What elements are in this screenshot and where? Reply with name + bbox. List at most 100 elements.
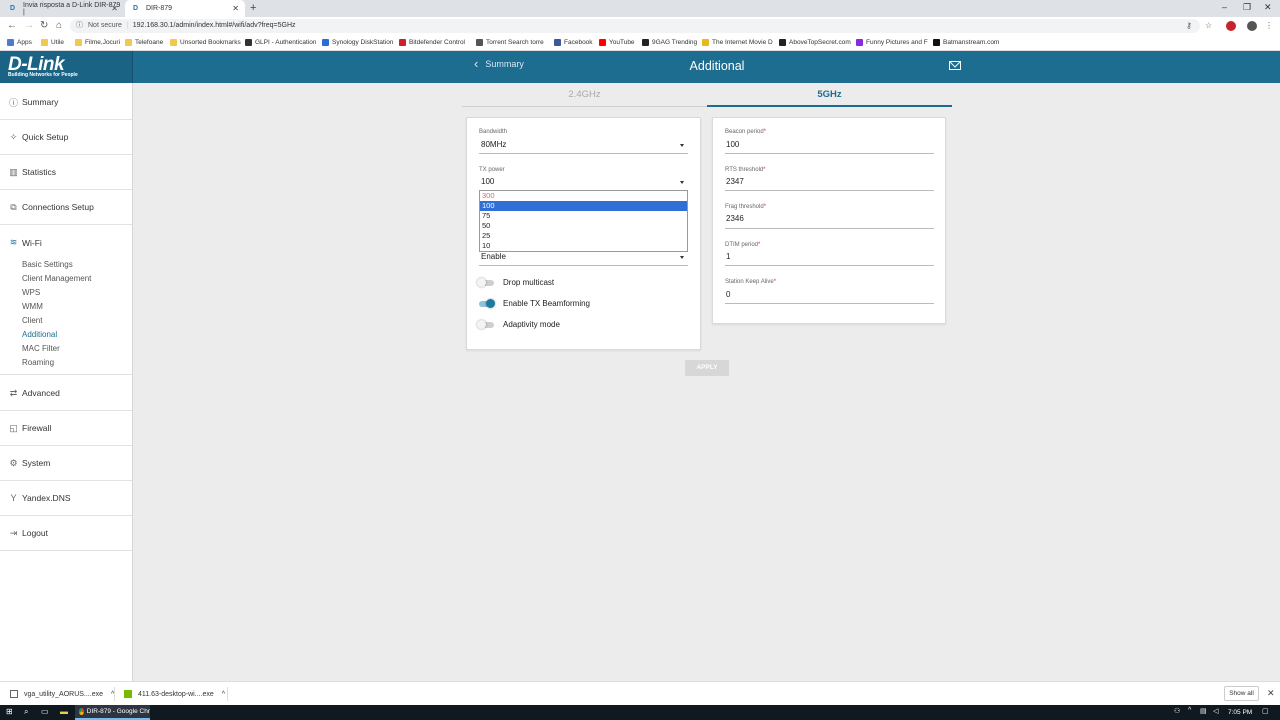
toggle-knob	[477, 278, 486, 287]
bookmark-folder[interactable]: Telefoane	[125, 39, 163, 46]
task-view-icon[interactable]: ▭	[41, 707, 49, 716]
tab-5ghz[interactable]: 5GHz	[707, 89, 952, 100]
sidebar-item-statistics[interactable]: ▥ Statistics	[0, 155, 132, 190]
chevron-up-icon[interactable]: ^	[1188, 707, 1191, 714]
toggle-knob	[477, 320, 486, 329]
sidebar-subitem-wmm[interactable]: WMM	[22, 302, 43, 311]
bookmark-folder[interactable]: Utile	[41, 39, 64, 46]
bookmark-link[interactable]: The Internet Movie D	[702, 39, 773, 46]
sidebar-item-quick-setup[interactable]: ✧ Quick Setup	[0, 120, 132, 155]
dtim-period-input[interactable]: 1	[726, 252, 730, 261]
star-icon[interactable]: ☆	[1205, 21, 1212, 30]
taskbar-window-title: DIR-879 - Google Chr	[86, 708, 150, 715]
beacon-period-input[interactable]: 100	[726, 140, 739, 149]
dropdown-option[interactable]: 10	[480, 241, 687, 251]
rts-threshold-input[interactable]: 2347	[726, 177, 744, 186]
bookmark-link[interactable]: Torrent Search torre	[476, 39, 544, 46]
address-bar[interactable]: ⓘ Not secure | 192.168.30.1/admin/index.htm…	[70, 19, 1200, 33]
search-icon[interactable]: ⌕	[24, 707, 28, 717]
sidebar-item-wifi[interactable]: ≋ Wi-Fi	[0, 225, 132, 260]
close-icon[interactable]: ✕	[232, 4, 239, 13]
bookmark-link[interactable]: AboveTopSecret.com	[779, 39, 851, 46]
mail-icon[interactable]	[949, 61, 961, 70]
new-tab-icon[interactable]: +	[250, 2, 256, 14]
bookmark-link[interactable]: Bitdefender Control	[399, 39, 465, 46]
bookmark-link[interactable]: YouTube	[599, 39, 635, 46]
hidden-select-value[interactable]: Enable	[481, 252, 506, 261]
download-item[interactable]: 411.63-desktop-wi....exe ^	[124, 690, 225, 698]
file-explorer-icon[interactable]: ▬	[60, 707, 68, 716]
forward-arrow-icon[interactable]: →	[24, 20, 34, 31]
beacon-period-label: Beacon period*	[725, 129, 767, 135]
bandwidth-select[interactable]: 80MHz	[481, 140, 506, 149]
back-to-summary-link[interactable]: ‹ Summary	[474, 57, 524, 70]
adaptivity-mode-label: Adaptivity mode	[503, 320, 560, 329]
imdb-icon	[702, 39, 709, 46]
profile-avatar[interactable]	[1247, 21, 1257, 31]
network-icon[interactable]: ▤	[1200, 707, 1207, 715]
sidebar-subitem-basic-settings[interactable]: Basic Settings	[22, 260, 73, 269]
dropdown-option[interactable]: 50	[480, 221, 687, 231]
tab-2-4ghz[interactable]: 2.4GHz	[462, 89, 707, 100]
tx-power-select[interactable]: 100	[481, 177, 494, 186]
sidebar-subitem-roaming[interactable]: Roaming	[22, 358, 54, 367]
sidebar-item-yandex-dns[interactable]: Y Yandex.DNS	[0, 481, 132, 516]
windows-start-icon[interactable]: ⊞	[6, 707, 13, 716]
sidebar-item-system[interactable]: ⚙ System	[0, 446, 132, 481]
bookmark-link[interactable]: Funny Pictures and F	[856, 39, 928, 46]
sidebar-item-advanced[interactable]: ⇄ Advanced	[0, 376, 132, 411]
sidebar-item-firewall[interactable]: ◱ Firewall	[0, 411, 132, 446]
info-icon[interactable]: ⓘ	[76, 22, 83, 29]
reload-icon[interactable]: ↻	[40, 20, 48, 31]
bookmark-link[interactable]: GLPI - Authentication	[245, 39, 316, 46]
close-icon[interactable]: ✕	[111, 4, 118, 13]
chevron-up-icon[interactable]: ^	[222, 691, 225, 698]
frag-threshold-input[interactable]: 2346	[726, 214, 744, 223]
browser-tab-forum[interactable]: D Invia risposta a D-Link DIR-879 | ✕	[2, 0, 124, 17]
sidebar-subitem-mac-filter[interactable]: MAC Filter	[22, 344, 60, 353]
volume-icon[interactable]: ◁	[1213, 707, 1218, 715]
dropdown-option[interactable]: 300	[480, 191, 687, 201]
sidebar-subitem-client[interactable]: Client	[22, 316, 42, 325]
close-icon[interactable]: ✕	[1267, 688, 1275, 699]
show-all-button[interactable]: Show all	[1224, 686, 1259, 701]
sidebar-item-connections-setup[interactable]: ⧉ Connections Setup	[0, 190, 132, 225]
sidebar-subitem-client-management[interactable]: Client Management	[22, 274, 91, 283]
apply-button[interactable]: APPLY	[685, 360, 729, 376]
clock[interactable]: 7:05 PM	[1228, 709, 1252, 716]
bookmark-link[interactable]: Synology DiskStation	[322, 39, 393, 46]
menu-kebab-icon[interactable]: ⋮	[1265, 21, 1273, 30]
sidebar-item-summary[interactable]: ⓘ Summary	[0, 85, 132, 120]
glpi-icon	[245, 39, 252, 46]
browser-tab-dir879[interactable]: D DIR-879 ✕	[125, 0, 245, 17]
logo[interactable]: D-Link Building Networks for People	[0, 51, 133, 83]
sidebar-subitem-wps[interactable]: WPS	[22, 288, 40, 297]
taskbar-chrome-window[interactable]: DIR-879 - Google Chr	[75, 705, 150, 720]
back-arrow-icon[interactable]: ←	[7, 20, 17, 31]
bookmarks-bar: Apps Utile Filme,Jocuri Telefoane Unsort…	[0, 35, 1280, 51]
sidebar-item-logout[interactable]: ⇥ Logout	[0, 516, 132, 551]
key-icon[interactable]: ⚷	[1186, 21, 1192, 30]
dropdown-option-selected[interactable]: 100	[480, 201, 687, 211]
download-item[interactable]: vga_utility_AORUS....exe ^	[10, 690, 114, 698]
dropdown-option[interactable]: 75	[480, 211, 687, 221]
dropdown-option[interactable]: 25	[480, 231, 687, 241]
station-keep-alive-input[interactable]: 0	[726, 290, 730, 299]
window-close-icon[interactable]: ✕	[1264, 2, 1272, 13]
maximize-icon[interactable]: ❐	[1243, 2, 1251, 13]
bookmark-apps[interactable]: Apps	[7, 39, 32, 46]
bookmark-folder[interactable]: Filme,Jocuri	[75, 39, 120, 46]
notifications-icon[interactable]: ▢	[1262, 707, 1269, 715]
adblock-extension-icon[interactable]	[1226, 21, 1236, 31]
people-icon[interactable]: ⚇	[1174, 707, 1180, 715]
home-icon[interactable]: ⌂	[56, 20, 62, 31]
sidebar-subitem-additional[interactable]: Additional	[22, 330, 57, 339]
bookmark-link[interactable]: Facebook	[554, 39, 593, 46]
funny-pictures-icon	[856, 39, 863, 46]
bookmark-link[interactable]: Batmanstream.com	[933, 39, 999, 46]
folder-icon	[41, 39, 48, 46]
rts-threshold-label: RTS threshold*	[725, 167, 766, 173]
bookmark-link[interactable]: 9GAG Trending	[642, 39, 697, 46]
minimize-icon[interactable]: –	[1222, 2, 1227, 12]
bookmark-folder[interactable]: Unsorted Bookmarks	[170, 39, 241, 46]
